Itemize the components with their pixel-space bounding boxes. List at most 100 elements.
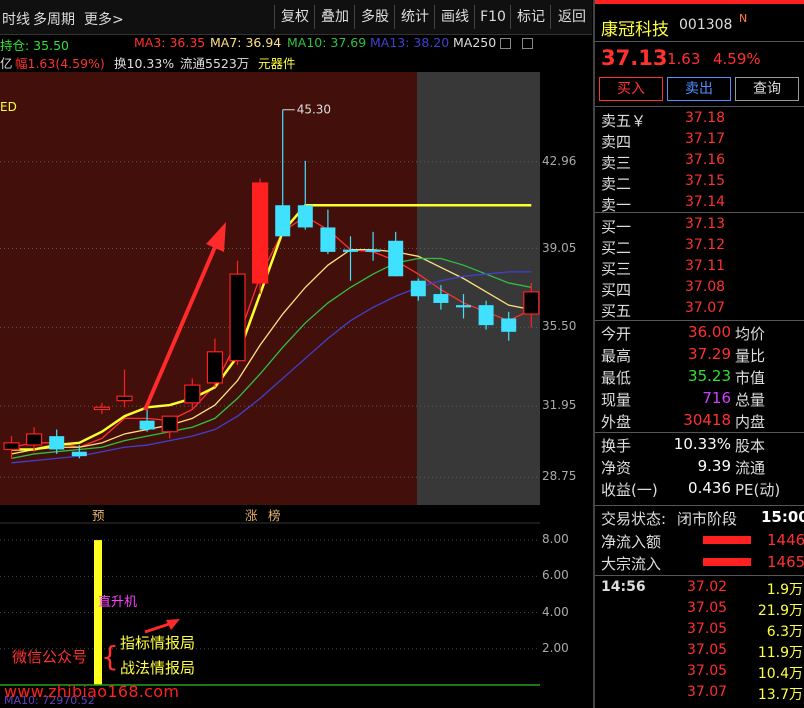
bid-label: 买五	[601, 302, 632, 320]
stat-value: 36.00	[688, 323, 731, 341]
ma250-label: MA250	[453, 35, 497, 50]
watermark-url: www.zhibiao168.com	[4, 682, 180, 701]
new-stock-badge: N	[739, 12, 748, 25]
tick-row[interactable]: 37.07 13.7万	[595, 684, 804, 705]
candle-body	[206, 351, 223, 384]
stat-label-2: 内盘	[735, 413, 766, 431]
ask-row[interactable]: 卖二 37.15	[595, 173, 804, 193]
turnover-label: 换10.33%	[114, 56, 175, 71]
stats-button[interactable]: 统计	[394, 5, 435, 29]
overlay-button[interactable]: 叠加	[314, 5, 355, 29]
window-icon[interactable]	[522, 38, 533, 49]
indicator-label: 直升机	[98, 595, 138, 610]
sector-label[interactable]: 元器件	[258, 53, 296, 72]
tick-volume: 21.9万	[757, 603, 803, 619]
bid-row[interactable]: 买四 37.08	[595, 279, 804, 299]
candle-body	[478, 305, 494, 326]
stat-row: 最高 37.29 量比	[595, 345, 804, 366]
bid-row[interactable]: 买五 37.07	[595, 300, 804, 320]
tick-volume: 13.7万	[757, 687, 803, 703]
tick-price: 37.05	[687, 621, 728, 637]
bid-row[interactable]: 买一 37.13	[595, 216, 804, 236]
candle-body	[297, 205, 313, 228]
stat-label: 今开	[601, 325, 632, 343]
more-menu[interactable]: 更多>	[84, 9, 124, 29]
stat-row: 换手 10.33% 股本	[595, 435, 804, 456]
adjust-button[interactable]: 复权	[274, 5, 315, 29]
ma10-label: MA10: 37.69	[287, 35, 367, 50]
trade-status-row: 交易状态: 闭市阶段 15:00	[595, 508, 804, 529]
tab-multi-period[interactable]: 多周期	[33, 9, 75, 29]
flow-value: 1446	[767, 531, 804, 549]
ask-row[interactable]: 卖一 37.14	[595, 194, 804, 214]
stat-row: 净资 9.39 流通	[595, 457, 804, 478]
high-price-label: 45.30	[297, 103, 331, 117]
bid-label: 买三	[601, 260, 632, 278]
stat-value: 30418	[683, 411, 731, 429]
indicator-chart[interactable]	[0, 522, 540, 708]
divider	[595, 41, 804, 42]
tab-daily[interactable]: 时线	[2, 9, 30, 29]
bid-row[interactable]: 买三 37.11	[595, 258, 804, 278]
stat-row: 外盘 30418 内盘	[595, 411, 804, 432]
flow-bar	[703, 536, 751, 544]
tick-row[interactable]: 37.05 10.4万	[595, 663, 804, 684]
ask-row[interactable]: 卖四 37.17	[595, 131, 804, 151]
bid-price: 37.08	[685, 279, 726, 295]
bid-row[interactable]: 买二 37.12	[595, 237, 804, 257]
divider	[595, 575, 804, 576]
tick-price: 37.05	[687, 642, 728, 658]
bid-label: 买二	[601, 239, 632, 257]
candle-body	[161, 415, 178, 433]
ask-label: 卖二	[601, 175, 632, 193]
stat-label: 净资	[601, 459, 632, 477]
diamond-icon[interactable]	[500, 38, 511, 49]
ask-row[interactable]: 卖五￥ 37.18	[595, 110, 804, 130]
divider	[595, 505, 804, 506]
multi-stock-button[interactable]: 多股	[354, 5, 395, 29]
candle-body	[252, 182, 269, 284]
tick-row[interactable]: 37.05 11.9万	[595, 642, 804, 663]
bid-label: 买一	[601, 218, 632, 236]
candle-body	[365, 249, 381, 252]
candlestick-chart[interactable]: ED 45.30	[0, 72, 540, 505]
divider	[595, 432, 804, 433]
stat-label-2: 量比	[735, 347, 766, 365]
candle-body	[501, 318, 517, 332]
stat-label: 最低	[601, 369, 632, 387]
candle-body	[275, 205, 291, 237]
stat-value: 10.33%	[673, 435, 731, 453]
corner-label: ED	[0, 100, 17, 114]
price-axis-label: 28.75	[542, 469, 577, 484]
ask-price: 37.17	[685, 131, 726, 147]
tick-row[interactable]: 14:56 37.02 1.9万	[595, 579, 804, 600]
flow-label: 净流入额	[601, 533, 662, 551]
tick-price: 37.02	[687, 579, 728, 595]
sell-button[interactable]: 卖出	[667, 77, 731, 101]
ask-label: 卖四	[601, 133, 632, 151]
watermark-line2: 战法情报局	[120, 659, 196, 677]
draw-line-button[interactable]: 画线	[434, 5, 475, 29]
watermark-line1: 指标情报局	[120, 634, 196, 652]
bid-price: 37.11	[685, 258, 726, 274]
indicator-axis-label: 4.00	[542, 604, 569, 619]
candle-body	[139, 420, 155, 430]
indicator-axis-label: 8.00	[542, 532, 569, 547]
price-axis: 42.96 39.05 35.50 31.95 28.75	[540, 72, 592, 522]
back-button[interactable]: 返回	[550, 5, 593, 29]
tick-row[interactable]: 37.05 21.9万	[595, 600, 804, 621]
ask-row[interactable]: 卖三 37.16	[595, 152, 804, 172]
f10-button[interactable]: F10	[474, 5, 511, 29]
mark-button[interactable]: 标记	[510, 5, 551, 29]
tick-volume: 1.9万	[766, 582, 803, 598]
candle-body	[343, 249, 358, 252]
buy-button[interactable]: 买入	[599, 77, 663, 101]
query-button[interactable]: 查询	[735, 77, 799, 101]
candle-body	[433, 294, 449, 303]
stat-value: 716	[702, 389, 731, 407]
tick-volume: 10.4万	[757, 666, 803, 682]
brace-icon: {	[101, 640, 119, 673]
tick-row[interactable]: 37.05 6.3万	[595, 621, 804, 642]
bid-price: 37.12	[685, 237, 726, 253]
price-change: 1.63	[667, 50, 701, 68]
